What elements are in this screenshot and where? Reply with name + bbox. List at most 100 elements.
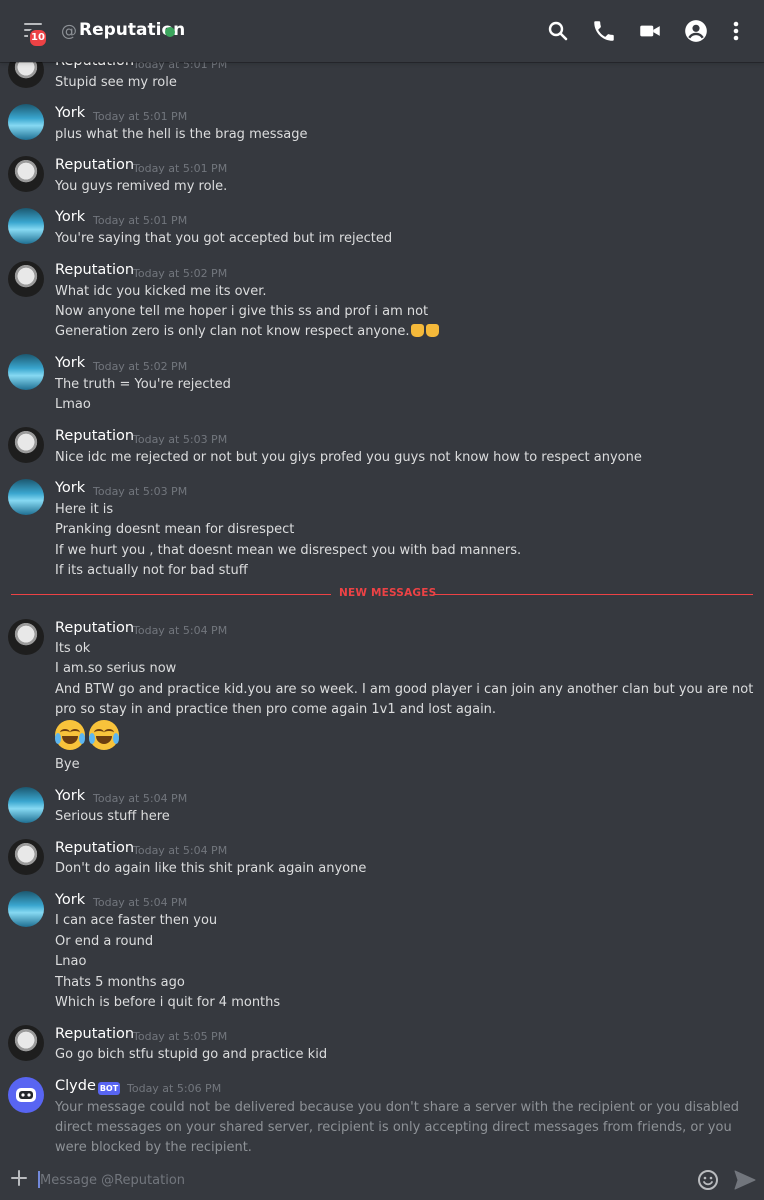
author-name[interactable]: Reputation (55, 428, 134, 444)
timestamp: Today at 5:01 PM (93, 110, 188, 123)
author-name[interactable]: York (55, 788, 85, 804)
avatar[interactable] (8, 156, 44, 192)
thumbs-up-emoji-icon (411, 324, 425, 337)
message-text: Lnao (55, 954, 87, 969)
smiley-icon (698, 1170, 718, 1190)
timestamp: Today at 5:04 PM (133, 844, 228, 857)
author-name[interactable]: York (55, 355, 85, 371)
message-composer (0, 1160, 764, 1200)
message-text: You guys remived my role. (55, 179, 228, 194)
message-text: Go go bich stfu stupid go and practice k… (55, 1047, 328, 1062)
message-text: If we hurt you , that doesnt mean we dis… (55, 543, 522, 558)
message-text: And BTW go and practice kid.you are so w… (55, 682, 754, 717)
message-text: If its actually not for bad stuff (55, 563, 248, 578)
send-button[interactable] (733, 1169, 757, 1191)
timestamp: Today at 5:04 PM (133, 624, 228, 637)
message-text: What idc you kicked me its over. (55, 284, 267, 299)
timestamp: Today at 5:01 PM (93, 214, 188, 227)
author-name[interactable]: Reputation (55, 620, 134, 636)
avatar[interactable] (8, 208, 44, 244)
avatar[interactable] (8, 891, 44, 927)
message-text: Your message could not be delivered beca… (55, 1100, 740, 1155)
plus-icon (11, 1170, 27, 1186)
message-text: Don't do again like this shit prank agai… (55, 861, 367, 876)
new-messages-divider-right (433, 594, 753, 595)
timestamp: Today at 5:03 PM (133, 433, 228, 446)
avatar[interactable] (8, 479, 44, 515)
author-name[interactable]: Reputation (55, 1026, 134, 1042)
timestamp: Today at 5:06 PM (127, 1082, 222, 1095)
timestamp: Today at 5:04 PM (93, 896, 188, 909)
thumbs-up-emoji-icon (426, 324, 440, 337)
message-text-content: Generation zero is only clan not know re… (55, 324, 410, 339)
avatar[interactable] (8, 619, 44, 655)
user-profile-icon (685, 20, 707, 42)
message-text: Here it is (55, 502, 114, 517)
avatar[interactable] (8, 839, 44, 875)
clyde-robot-icon (16, 1088, 36, 1102)
avatar[interactable] (8, 354, 44, 390)
message-text: The truth = You're rejected (55, 377, 231, 392)
send-icon (734, 1170, 756, 1190)
bot-badge: BOT (98, 1082, 120, 1095)
message-text: plus what the hell is the brag message (55, 127, 308, 142)
search-icon (548, 21, 568, 41)
new-messages-divider-left (11, 594, 331, 595)
menu-button[interactable]: 10 (20, 18, 48, 48)
emoji-picker-button[interactable] (696, 1168, 720, 1192)
at-icon: @ (61, 21, 77, 40)
author-name[interactable]: Reputation (55, 262, 134, 278)
avatar[interactable] (8, 787, 44, 823)
timestamp: Today at 5:05 PM (133, 1030, 228, 1043)
video-call-button[interactable] (637, 18, 663, 44)
author-name[interactable]: York (55, 892, 85, 908)
joy-emoji-icon (55, 720, 85, 750)
message-text: I can ace faster then you (55, 913, 218, 928)
author-name[interactable]: Reputation (55, 840, 134, 856)
search-button[interactable] (545, 18, 571, 44)
author-name[interactable]: Clyde (55, 1078, 96, 1094)
more-vertical-icon (733, 21, 739, 41)
more-options-button[interactable] (723, 18, 749, 44)
message-text: Generation zero is only clan not know re… (55, 324, 440, 339)
author-name[interactable]: York (55, 209, 85, 225)
message-input[interactable] (40, 1168, 680, 1192)
add-attachment-button[interactable] (8, 1167, 30, 1189)
timestamp: Today at 5:02 PM (93, 360, 188, 373)
message-text: Serious stuff here (55, 809, 170, 824)
notification-badge: 10 (28, 28, 48, 48)
header-bar: 10 @ Reputation (0, 0, 764, 62)
avatar[interactable] (8, 1025, 44, 1061)
message-text: Nice idc me rejected or not but you giys… (55, 450, 642, 465)
timestamp: Today at 5:01 PM (133, 162, 228, 175)
new-messages-label: NEW MESSAGES (339, 587, 437, 599)
author-name[interactable]: Reputation (55, 157, 134, 173)
author-name[interactable]: York (55, 480, 85, 496)
message-text: Stupid see my role (55, 75, 177, 90)
message-text: Which is before i quit for 4 months (55, 995, 281, 1010)
avatar[interactable] (8, 104, 44, 140)
avatar[interactable] (8, 427, 44, 463)
message-text: Pranking doesnt mean for disrespect (55, 522, 295, 537)
user-profile-button[interactable] (683, 18, 709, 44)
avatar[interactable] (8, 1077, 44, 1113)
message-text: Or end a round (55, 934, 154, 949)
phone-icon (594, 21, 614, 41)
message-text: Thats 5 months ago (55, 975, 185, 990)
message-text: Lmao (55, 397, 91, 412)
message-text: Its ok (55, 641, 91, 656)
author-name[interactable]: York (55, 105, 85, 121)
timestamp: Today at 5:02 PM (133, 267, 228, 280)
message-text: Now anyone tell me hoper i give this ss … (55, 304, 429, 319)
message-text: You're saying that you got accepted but … (55, 231, 393, 246)
online-status-icon (165, 27, 175, 37)
avatar[interactable] (8, 261, 44, 297)
joy-emoji-icon (89, 720, 119, 750)
video-camera-icon (640, 25, 660, 37)
timestamp: Today at 5:03 PM (93, 485, 188, 498)
message-text: I am.so serius now (55, 661, 177, 676)
voice-call-button[interactable] (591, 18, 617, 44)
timestamp: Today at 5:04 PM (93, 792, 188, 805)
message-list[interactable]: Reputation Today at 5:01 PM Stupid see m… (0, 0, 764, 1160)
message-text: Bye (55, 757, 80, 772)
